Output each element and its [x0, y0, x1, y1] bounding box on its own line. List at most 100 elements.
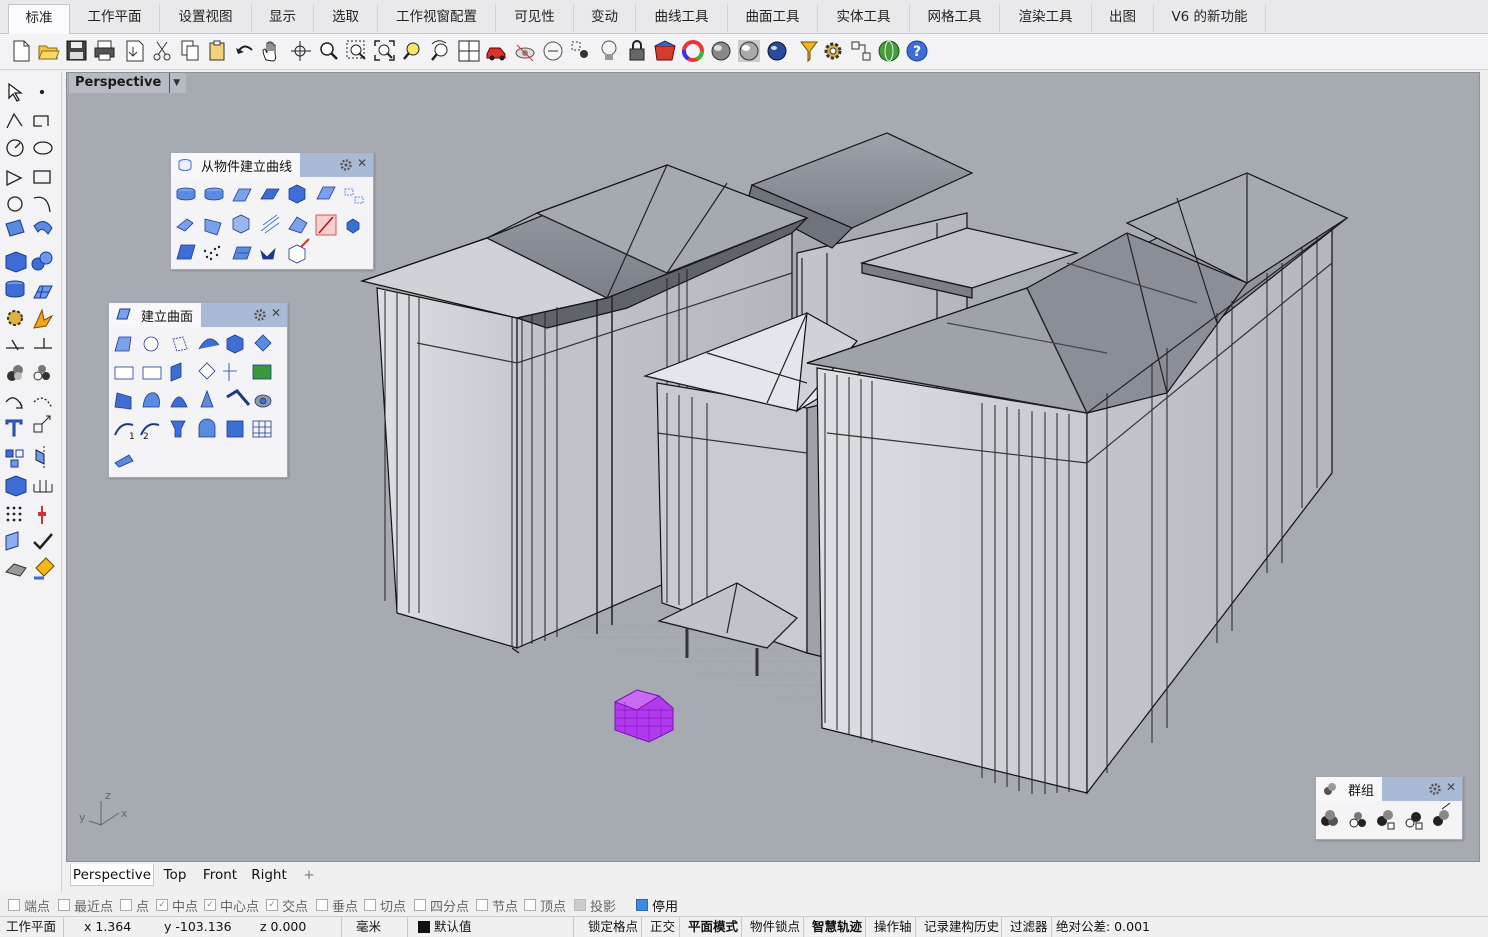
tab-curve-tools[interactable]: 曲线工具: [636, 4, 728, 32]
status-ortho[interactable]: 正交: [646, 917, 680, 937]
main-toolbar: ?: [0, 34, 1488, 70]
viewport-title-label[interactable]: Perspective: [75, 73, 161, 93]
tab-visibility[interactable]: 可见性: [496, 4, 574, 32]
axis-x-label: x: [121, 807, 128, 820]
add-to-group-icon: [1377, 810, 1395, 830]
tab-display[interactable]: 显示: [252, 4, 314, 32]
zoom-selected-icon: [403, 42, 420, 60]
analyze-icon: [5, 531, 19, 551]
status-tolerance: 绝对公差: 0.001: [1056, 919, 1150, 934]
tab-new-in-v6[interactable]: V6 的新功能: [1154, 4, 1266, 32]
fillet-icon: [5, 397, 23, 409]
tab-surface-tools[interactable]: 曲面工具: [728, 4, 818, 32]
osnap-project[interactable]: 投影: [574, 897, 616, 915]
status-osnap[interactable]: 物件锁点: [746, 917, 804, 937]
funnel-icon: [170, 420, 186, 438]
status-filter[interactable]: 过滤器: [1006, 917, 1052, 937]
osnap-tan[interactable]: 切点: [364, 897, 406, 915]
tab-select[interactable]: 选取: [314, 4, 378, 32]
tab-mesh-tools[interactable]: 网格工具: [910, 4, 1000, 32]
status-layer[interactable]: 默认值: [414, 917, 574, 937]
polyline-icon: [6, 112, 23, 129]
panel-header[interactable]: 建立曲面 ✕: [109, 303, 287, 327]
ungroup-icon: [33, 365, 50, 381]
box-solid-icon: [5, 251, 27, 273]
chamfer-icon: [33, 397, 53, 409]
color-wheel-icon: [682, 40, 704, 62]
panel-tools[interactable]: [1316, 801, 1464, 841]
orient-icon: [288, 238, 310, 264]
status-cplane[interactable]: 工作平面: [2, 917, 64, 937]
tab-set-view[interactable]: 设置视图: [160, 4, 252, 32]
panel-tools[interactable]: [171, 177, 375, 271]
osnap-knot[interactable]: 节点: [476, 897, 518, 915]
panel-tools[interactable]: 1 2: [109, 327, 289, 479]
panel-close-icon[interactable]: ✕: [1446, 780, 1456, 794]
status-grid-snap[interactable]: 锁定格点: [584, 917, 642, 937]
tab-render-tools[interactable]: 渲染工具: [1000, 4, 1092, 32]
scale-icon: [33, 415, 51, 433]
zoom-extents-icon: [374, 40, 395, 61]
status-planar[interactable]: 平面模式: [684, 917, 742, 937]
panel-settings-icon[interactable]: [339, 158, 353, 172]
tab-viewport-layout[interactable]: 工作视窗配置: [378, 4, 496, 32]
osnap-point[interactable]: 点: [120, 897, 149, 915]
osnap-cen[interactable]: ✓ 中心点: [204, 897, 259, 915]
tab-cplanes[interactable]: 工作平面: [70, 4, 160, 32]
panel-header[interactable]: 从物件建立曲线 ✕: [171, 153, 373, 177]
tab-front[interactable]: Front: [198, 864, 242, 886]
panel-surface-icon: [116, 308, 131, 320]
panel-settings-icon[interactable]: [1428, 782, 1442, 796]
tab-solid-tools[interactable]: 实体工具: [818, 4, 910, 32]
print-icon: [94, 40, 115, 61]
set-group-name-icon: [1433, 802, 1451, 826]
osnap-disable[interactable]: 停用: [636, 897, 678, 915]
point-grid-extract-icon: [176, 244, 196, 260]
panel-close-icon[interactable]: ✕: [357, 156, 367, 170]
status-gumball[interactable]: 操作轴: [870, 917, 916, 937]
array-icon: [5, 449, 24, 468]
tab-right[interactable]: Right: [248, 864, 290, 886]
svg-text:1: 1: [129, 432, 135, 442]
osnap-mid[interactable]: ✓ 中点: [156, 897, 198, 915]
tab-perspective[interactable]: Perspective: [70, 864, 154, 886]
osnap-perp[interactable]: 垂点: [316, 897, 358, 915]
status-units[interactable]: 毫米: [352, 917, 408, 937]
osnap-quad[interactable]: 四分点: [414, 897, 469, 915]
group-tool-icon: [1321, 810, 1338, 826]
loft-icon: [198, 338, 220, 350]
extract-wireframe-icon: [288, 184, 306, 204]
car-icon: [486, 47, 506, 61]
status-smarttrack[interactable]: 智慧轨迹: [808, 917, 866, 937]
render-icon: [5, 563, 27, 577]
osnap-vertex[interactable]: 顶点: [524, 897, 566, 915]
point-grid-icon: [6, 506, 22, 522]
status-x-coord: x 1.364: [84, 919, 132, 934]
viewport-title[interactable]: Perspective ▼: [69, 73, 187, 93]
panel-close-icon[interactable]: ✕: [271, 306, 281, 320]
rail-revolve-icon: [142, 392, 160, 408]
new-file-icon: [13, 40, 30, 62]
tab-drafting[interactable]: 出图: [1092, 4, 1154, 32]
tab-standard[interactable]: 标准: [8, 4, 70, 34]
viewport-menu-arrow-icon[interactable]: ▼: [169, 73, 180, 93]
osnap-end[interactable]: 端点: [8, 897, 50, 915]
panel-group-icon: [1324, 783, 1336, 795]
panel-title: 群组: [1348, 783, 1375, 799]
panel-title: 从物件建立曲线: [201, 159, 293, 175]
tab-transform[interactable]: 变动: [574, 4, 636, 32]
tab-top[interactable]: Top: [156, 864, 194, 886]
options-icon: [799, 41, 819, 63]
contour-icon: [204, 218, 222, 236]
osnap-near[interactable]: 最近点: [58, 897, 113, 915]
osnap-int[interactable]: ✓ 交点: [266, 897, 308, 915]
curve-control-icon: [33, 115, 49, 127]
render-gear-icon: [7, 310, 23, 326]
add-viewport-tab-button[interactable]: +: [296, 864, 322, 886]
blend-surface-icon: [114, 454, 134, 468]
freeform-curve-icon: [33, 196, 51, 213]
panel-header[interactable]: 群组 ✕: [1316, 777, 1462, 801]
status-record-history[interactable]: 记录建构历史: [920, 917, 1002, 937]
panel-settings-icon[interactable]: [253, 308, 267, 322]
purple-house-object: [613, 689, 674, 743]
